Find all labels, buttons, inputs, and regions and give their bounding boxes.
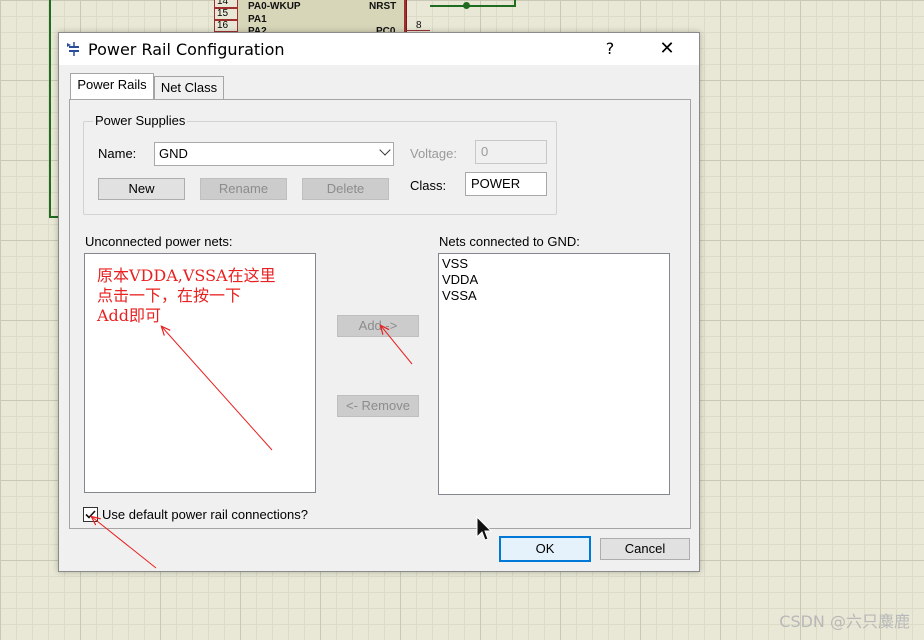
watermark: CSDN @六只麋鹿	[779, 612, 910, 631]
annotation-arrow	[92, 517, 157, 569]
annotation-arrow	[381, 326, 413, 365]
mouse-cursor-icon	[476, 516, 492, 541]
tab-power-rails[interactable]: Power Rails	[70, 73, 154, 99]
annotation-arrow	[162, 327, 273, 451]
